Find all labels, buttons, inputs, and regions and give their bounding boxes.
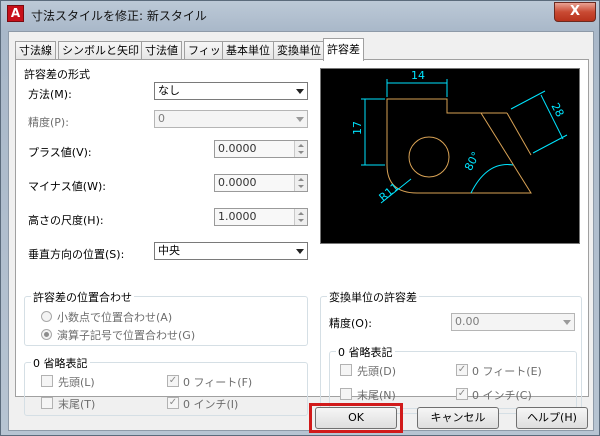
zero-inches-checkbox[interactable]: ✓: [167, 397, 179, 409]
alt-zero-inches-checkbox[interactable]: ✓: [456, 388, 468, 400]
title-bar[interactable]: A 寸法スタイルを修正: 新スタイル X: [1, 1, 599, 31]
spin-down-icon: [298, 151, 304, 154]
dimension-style-dialog: A 寸法スタイルを修正: 新スタイル X 寸法線 シンボルと矢印 寸法値 フィッ…: [0, 0, 600, 436]
tab-tolerances[interactable]: 許容差: [323, 38, 364, 61]
tolerance-format-group: 許容差の形式 方法(M): なし 精度(P): 0 プラス値(V): 0.000…: [22, 68, 308, 261]
lower-value: 0.0000: [218, 176, 257, 189]
zero-suppression-heading: 0 省略表記: [31, 355, 90, 371]
alt-precision-combo[interactable]: 0.00: [451, 313, 575, 331]
align-decimal-radio[interactable]: [41, 311, 52, 322]
dim-angle-text: 80°: [462, 150, 483, 173]
align-operator-radio[interactable]: [41, 329, 52, 340]
precision-combo[interactable]: 0: [154, 110, 308, 128]
vertical-position-value: 中央: [158, 244, 180, 257]
preview-canvas: 14 17 28 80° R11: [320, 68, 580, 244]
alt-leading-label: 先頭(D): [357, 365, 397, 378]
dim-left-text: 17: [351, 121, 364, 135]
dim-radius-text: R11: [377, 180, 402, 204]
tab-text[interactable]: 寸法値: [141, 41, 182, 60]
spin-up-icon: [298, 212, 304, 215]
alternate-tolerance-group: 変換単位の許容差 精度(O): 0.00 0 省略表記 先頭(D) 末尾(N) …: [320, 289, 582, 414]
alt-zero-suppression-group: 0 省略表記 先頭(D) 末尾(N) ✓ 0 フィート(E) ✓ 0 インチ(C…: [329, 344, 577, 409]
method-combo[interactable]: なし: [154, 82, 308, 100]
align-operator-label: 演算子記号で位置合わせ(G): [57, 329, 196, 342]
upper-value-spinner[interactable]: 0.0000: [214, 140, 308, 158]
upper-value: 0.0000: [218, 142, 257, 155]
alt-zero-feet-checkbox[interactable]: ✓: [456, 364, 468, 376]
window-title: 寸法スタイルを修正: 新スタイル: [31, 9, 207, 23]
spin-up-icon: [298, 178, 304, 181]
alt-precision-label: 精度(O):: [329, 317, 372, 330]
zero-inches-label: 0 インチ(I): [183, 398, 239, 411]
tab-dimension-lines[interactable]: 寸法線: [15, 41, 56, 60]
zero-suppression-group: 0 省略表記 先頭(L) 末尾(T) ✓ 0 フィート(F) ✓ 0 インチ(I…: [24, 355, 308, 416]
spin-up-icon: [298, 144, 304, 147]
trailing-checkbox[interactable]: [41, 397, 53, 409]
scale-height-spinner[interactable]: 1.0000: [214, 208, 308, 226]
scale-height-value: 1.0000: [218, 210, 257, 223]
leading-label: 先頭(L): [58, 376, 95, 389]
close-button[interactable]: X: [554, 2, 596, 22]
lower-value-label: マイナス値(W):: [28, 180, 106, 193]
ok-button[interactable]: OK: [315, 407, 397, 429]
alt-trailing-label: 末尾(N): [357, 389, 396, 402]
cancel-button[interactable]: キャンセル: [417, 407, 499, 429]
zero-feet-checkbox[interactable]: ✓: [167, 375, 179, 387]
vertical-position-combo[interactable]: 中央: [154, 242, 308, 260]
tab-alternate-units[interactable]: 変換単位: [273, 41, 325, 60]
alt-zero-suppression-heading: 0 省略表記: [336, 344, 395, 360]
precision-value: 0: [158, 112, 165, 125]
method-value: なし: [158, 84, 180, 97]
dialog-body: 寸法線 シンボルと矢印 寸法値 フィット 基本単位 変換単位 許容差 許容差の形…: [8, 31, 594, 433]
precision-label: 精度(P):: [28, 116, 69, 129]
scale-height-label: 高さの尺度(H):: [28, 214, 104, 227]
help-button[interactable]: ヘルプ(H): [516, 407, 588, 429]
method-label: 方法(M):: [28, 88, 72, 101]
tab-primary-units[interactable]: 基本単位: [222, 41, 274, 60]
zero-feet-label: 0 フィート(F): [183, 376, 253, 389]
chevron-down-icon: [563, 320, 571, 325]
tolerance-format-heading: 許容差の形式: [24, 68, 90, 81]
trailing-label: 末尾(T): [58, 398, 96, 411]
align-decimal-label: 小数点で位置合わせ(A): [57, 311, 173, 324]
alt-precision-value: 0.00: [455, 315, 480, 328]
alignment-heading: 許容差の位置合わせ: [31, 289, 134, 305]
alt-zero-inches-label: 0 インチ(C): [472, 389, 532, 402]
tolerances-panel: 許容差の形式 方法(M): なし 精度(P): 0 プラス値(V): 0.000…: [15, 59, 589, 416]
upper-value-label: プラス値(V):: [28, 146, 92, 159]
alt-trailing-checkbox[interactable]: [340, 388, 352, 400]
leading-checkbox[interactable]: [41, 375, 53, 387]
chevron-down-icon: [296, 117, 304, 122]
spinner-buttons[interactable]: [294, 141, 307, 157]
vertical-position-label: 垂直方向の位置(S):: [28, 248, 125, 261]
alt-zero-feet-label: 0 フィート(E): [472, 365, 542, 378]
alt-leading-checkbox[interactable]: [340, 364, 352, 376]
spinner-buttons[interactable]: [294, 175, 307, 191]
dim-top-text: 14: [411, 69, 425, 82]
chevron-down-icon: [296, 89, 304, 94]
chevron-down-icon: [296, 249, 304, 254]
spinner-buttons[interactable]: [294, 209, 307, 225]
lower-value-spinner[interactable]: 0.0000: [214, 174, 308, 192]
alternate-tolerance-heading: 変換単位の許容差: [327, 289, 419, 305]
spin-down-icon: [298, 219, 304, 222]
tolerance-alignment-group: 許容差の位置合わせ 小数点で位置合わせ(A) 演算子記号で位置合わせ(G): [24, 289, 308, 346]
dimension-preview-drawing: 14 17 28 80° R11: [351, 69, 568, 204]
spin-down-icon: [298, 185, 304, 188]
tab-symbols-arrows[interactable]: シンボルと矢印: [58, 41, 143, 60]
autocad-app-icon: A: [7, 5, 24, 22]
